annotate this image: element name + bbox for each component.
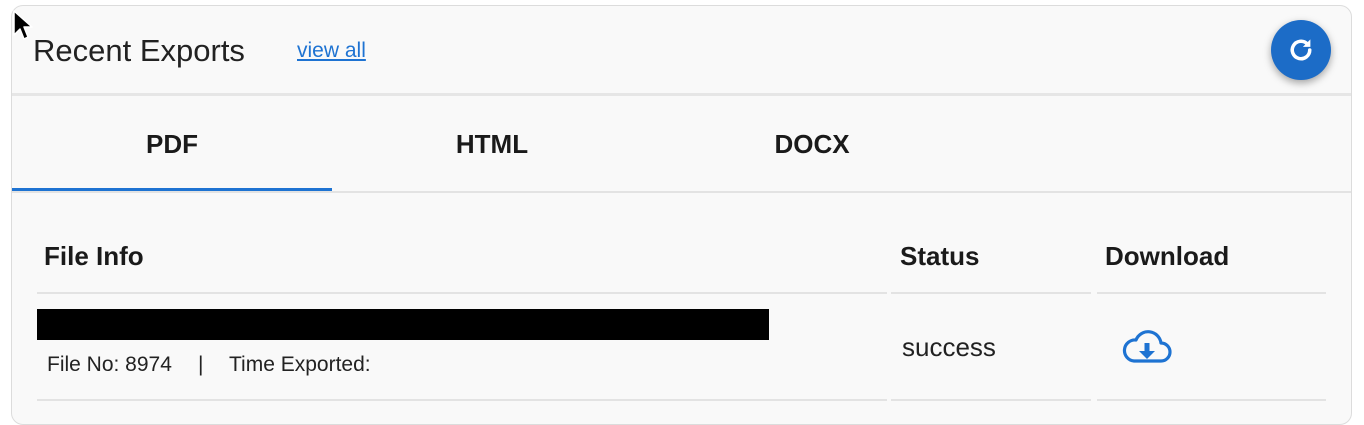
redacted-file-name	[37, 309, 769, 340]
column-header-download: Download	[1105, 241, 1230, 271]
tab-html[interactable]: HTML	[332, 96, 652, 192]
refresh-button[interactable]	[1271, 20, 1331, 80]
row-line	[37, 399, 887, 401]
view-all-link[interactable]: view all	[297, 39, 366, 63]
format-tabs: PDF HTML DOCX	[12, 96, 1351, 192]
tab-docx[interactable]: DOCX	[652, 96, 972, 192]
file-number: File No: 8974	[47, 353, 172, 376]
mouse-pointer-icon	[13, 10, 33, 40]
recent-exports-panel: Recent Exports view all PDF HTML DOCX Fi…	[11, 5, 1352, 425]
header-row-line	[37, 292, 887, 294]
refresh-icon	[1290, 39, 1312, 61]
cloud-download-icon	[1122, 330, 1172, 363]
tab-pdf[interactable]: PDF	[12, 96, 332, 192]
tabs-divider	[12, 191, 1351, 193]
header-row-line	[891, 292, 1091, 294]
panel-header: Recent Exports view all	[12, 6, 1351, 94]
column-header-file-info: File Info	[44, 241, 144, 271]
panel-title: Recent Exports	[33, 33, 245, 68]
download-button[interactable]	[1121, 328, 1173, 368]
header-row-line	[1097, 292, 1326, 294]
row-line	[1097, 399, 1326, 401]
time-exported-label: Time Exported:	[229, 353, 371, 376]
status-value: success	[902, 332, 996, 362]
meta-separator: |	[198, 353, 204, 376]
row-line	[891, 399, 1091, 401]
column-header-status: Status	[900, 241, 980, 271]
